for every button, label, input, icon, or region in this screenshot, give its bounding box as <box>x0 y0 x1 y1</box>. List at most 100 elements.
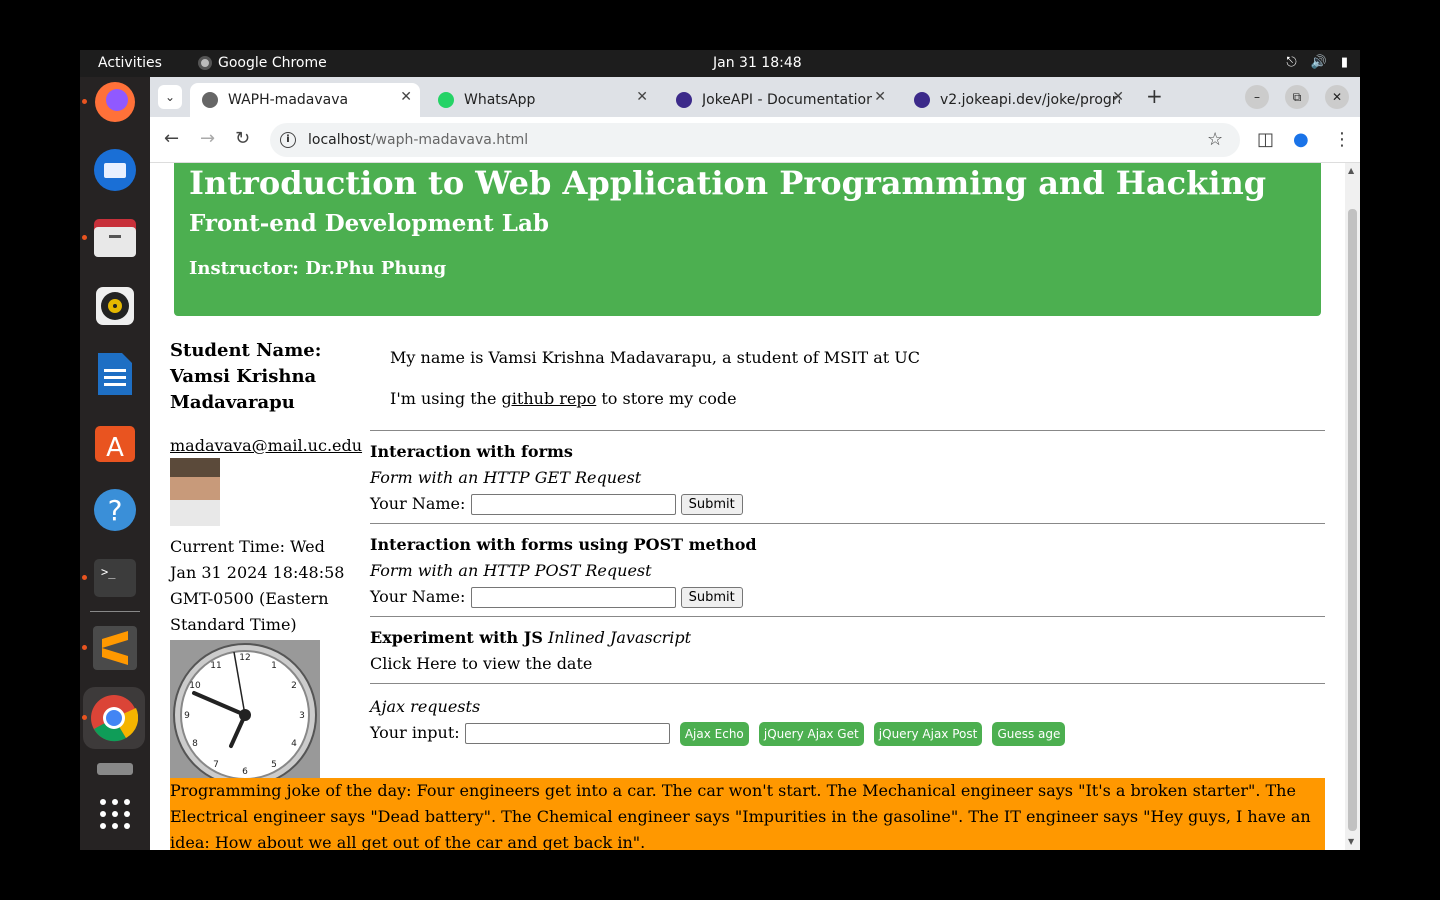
jquery-ajax-get-button[interactable]: jQuery Ajax Get <box>758 721 864 746</box>
dock-files[interactable] <box>82 213 140 263</box>
repo-line: I'm using the github repo to store my co… <box>390 389 1325 408</box>
dock-app-grid[interactable] <box>90 789 140 839</box>
running-indicator <box>82 575 87 580</box>
get-form-heading: Interaction with forms <box>370 442 573 461</box>
gnome-top-bar: Activities Google Chrome Jan 31 18:48 ⎋ … <box>80 50 1360 77</box>
view-date-clickable[interactable]: Click Here to view the date <box>370 651 1325 677</box>
joke-of-the-day: Programming joke of the day: Four engine… <box>170 778 1325 850</box>
post-form-section: Interaction with forms using POST method… <box>370 524 1325 616</box>
close-tab-icon[interactable]: ✕ <box>400 89 412 105</box>
site-info-icon[interactable]: i <box>280 132 296 148</box>
dock-writer[interactable] <box>90 349 140 399</box>
page-header: Introduction to Web Application Programm… <box>174 163 1321 316</box>
get-form-subtitle: Form with an HTTP GET Request <box>370 468 642 487</box>
close-tab-icon[interactable]: ✕ <box>636 89 648 105</box>
chevron-down-icon: ⌄ <box>164 90 176 104</box>
get-form-row: Your Name: Submit <box>370 491 1325 517</box>
tab-whatsapp[interactable]: WhatsApp ✕ <box>426 83 656 117</box>
activities-button[interactable]: Activities <box>98 55 162 71</box>
dock-firefox[interactable] <box>82 77 140 127</box>
scroll-up-icon[interactable]: ▲ <box>1348 166 1354 175</box>
profile-icon[interactable]: ● <box>1293 129 1309 150</box>
address-bar[interactable]: i localhost/waph-madavava.html <box>270 123 1240 157</box>
email-link[interactable]: madavava@mail.uc.edu <box>170 436 362 455</box>
tab-jokeapi-programming[interactable]: v2.jokeapi.dev/joke/programming ✕ <box>902 83 1132 117</box>
dock-drive[interactable] <box>90 757 140 781</box>
jquery-ajax-post-button[interactable]: jQuery Ajax Post <box>873 721 983 746</box>
system-tray[interactable]: ⎋ 🔊 ▮ <box>1286 55 1348 70</box>
dock-help[interactable]: ? <box>90 485 140 535</box>
repo-text-pre: I'm using the <box>390 389 497 408</box>
github-repo-link[interactable]: github repo <box>502 389 597 408</box>
tab-strip: ⌄ WAPH-madavava ✕ WhatsApp ✕ JokeAPI - D… <box>150 77 1360 117</box>
side-panel-icon[interactable]: ◫ <box>1257 129 1274 150</box>
browser-toolbar: ← → ↻ i localhost/waph-madavava.html ☆ ◫… <box>150 117 1360 163</box>
maximize-button[interactable]: ⧉ <box>1285 85 1309 109</box>
close-tab-icon[interactable]: ✕ <box>1112 89 1124 105</box>
svg-text:8: 8 <box>192 739 198 749</box>
svg-text:12: 12 <box>239 653 250 663</box>
dock-app-center[interactable]: A <box>90 417 140 467</box>
get-submit-button[interactable]: Submit <box>680 494 743 515</box>
dock-terminal[interactable]: >_ <box>82 553 140 603</box>
scroll-down-icon[interactable]: ▼ <box>1348 837 1354 846</box>
get-name-input[interactable] <box>470 494 676 515</box>
app-grid-icon <box>100 799 130 829</box>
post-name-input[interactable] <box>470 587 676 608</box>
tab-search-button[interactable]: ⌄ <box>158 85 182 109</box>
drive-icon <box>97 763 133 775</box>
scrollbar-thumb[interactable] <box>1348 209 1357 831</box>
ajax-heading: Ajax requests <box>370 697 481 716</box>
ajax-row: Your input: Ajax Echo jQuery Ajax Get jQ… <box>370 720 1325 746</box>
post-form-subtitle: Form with an HTTP POST Request <box>370 561 652 580</box>
main-content: My name is Vamsi Krishna Madavarapu, a s… <box>370 338 1325 752</box>
js-section: Experiment with JS Inlined Javascript Cl… <box>370 617 1325 683</box>
url-host: localhost <box>308 132 371 148</box>
writer-icon <box>98 353 132 395</box>
svg-text:7: 7 <box>213 760 219 770</box>
new-tab-button[interactable]: + <box>1146 84 1163 108</box>
jokeapi-icon <box>914 92 930 108</box>
intro-line: My name is Vamsi Krishna Madavarapu, a s… <box>390 348 920 367</box>
app-menu[interactable]: Google Chrome <box>198 55 327 71</box>
system-clock[interactable]: Jan 31 18:48 <box>713 55 802 71</box>
menu-kebab-icon[interactable]: ⋮ <box>1333 129 1351 150</box>
js-heading: Experiment with JS <box>370 628 543 647</box>
tab-title: v2.jokeapi.dev/joke/programming <box>940 92 1120 108</box>
firefox-icon <box>95 82 135 122</box>
back-arrow-icon[interactable]: ← <box>164 128 179 149</box>
guess-age-button[interactable]: Guess age <box>992 721 1066 746</box>
terminal-icon: >_ <box>94 559 136 597</box>
forward-arrow-icon[interactable]: → <box>200 128 215 149</box>
ajax-input[interactable] <box>464 723 670 744</box>
svg-text:10: 10 <box>189 681 201 691</box>
app-center-icon: A <box>95 426 135 463</box>
dock: A ? >_ <box>80 77 150 850</box>
chrome-icon <box>91 695 138 742</box>
post-submit-button[interactable]: Submit <box>680 587 743 608</box>
get-form-section: Interaction with forms Form with an HTTP… <box>370 431 1325 523</box>
dock-sublime[interactable] <box>82 623 140 673</box>
post-name-label: Your Name: <box>370 587 466 606</box>
running-indicator <box>82 645 87 650</box>
dock-rhythmbox[interactable] <box>90 281 140 331</box>
bookmark-star-icon[interactable]: ☆ <box>1207 129 1223 150</box>
ajax-echo-button[interactable]: Ajax Echo <box>679 721 749 746</box>
svg-text:?: ? <box>108 494 123 527</box>
reload-icon[interactable]: ↻ <box>235 128 250 149</box>
dock-thunderbird[interactable] <box>90 145 140 195</box>
jokeapi-icon <box>676 92 692 108</box>
intro-section: My name is Vamsi Krishna Madavarapu, a s… <box>370 348 1325 408</box>
url-path: /waph-madavava.html <box>370 132 529 148</box>
minimize-button[interactable]: – <box>1245 85 1269 109</box>
dock-chrome[interactable] <box>82 687 145 749</box>
clock-face-icon: 1212 345 678 91011 <box>173 643 317 787</box>
close-window-button[interactable]: ✕ <box>1325 85 1349 109</box>
page-scrollbar[interactable]: ▲ ▼ <box>1345 163 1360 850</box>
tab-waph-madavava[interactable]: WAPH-madavava ✕ <box>190 83 420 117</box>
js-heading-row: Experiment with JS Inlined Javascript <box>370 625 1325 651</box>
thunderbird-icon <box>94 149 136 191</box>
tab-jokeapi-docs[interactable]: JokeAPI - Documentation ✕ <box>664 83 894 117</box>
volume-icon: 🔊 <box>1310 55 1327 70</box>
close-tab-icon[interactable]: ✕ <box>874 89 886 105</box>
